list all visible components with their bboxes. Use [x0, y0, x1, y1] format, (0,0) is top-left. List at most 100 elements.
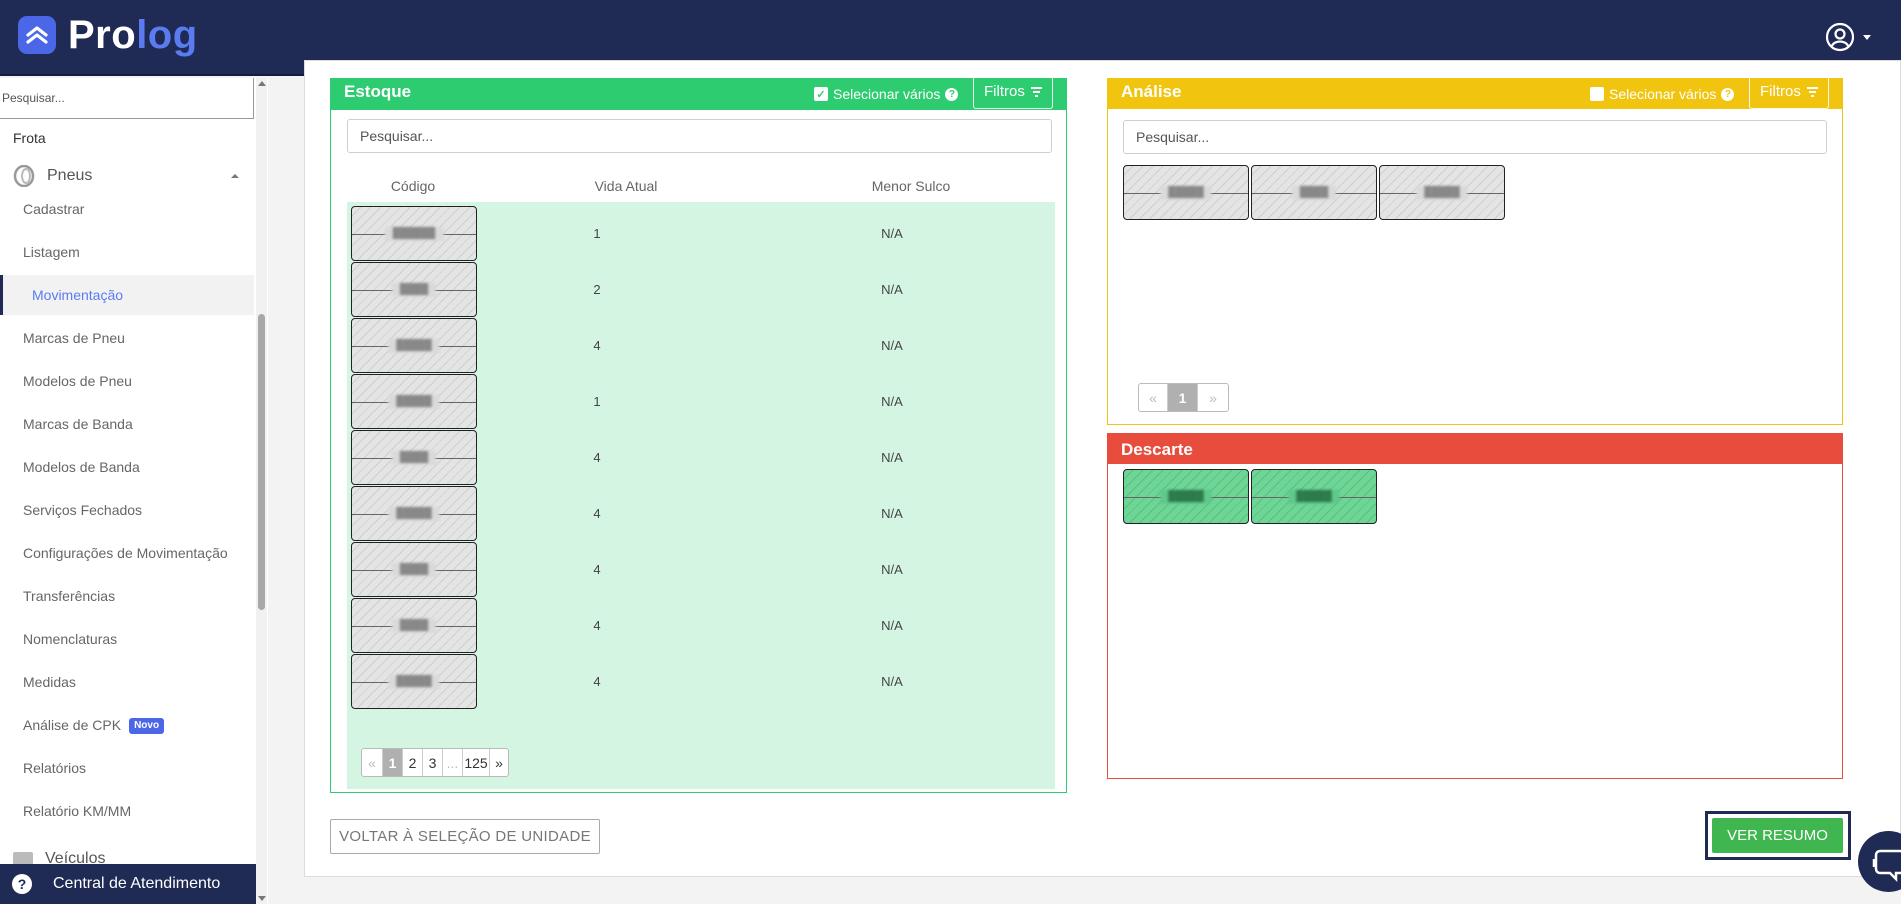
- table-row[interactable]: █████ 4 N/A: [347, 318, 1055, 374]
- estoque-panel: Estoque ✓ Selecionar vários ? Filtros Có…: [330, 74, 1067, 793]
- tire-card[interactable]: █████: [351, 374, 477, 429]
- page-2[interactable]: 2: [403, 749, 423, 776]
- sidebar-item-movimentacao[interactable]: Movimentação: [0, 275, 254, 315]
- sidebar-group-label: Pneus: [47, 167, 93, 184]
- sidebar-item-relatorios[interactable]: Relatórios: [0, 748, 254, 788]
- tire-code: ████: [391, 282, 437, 297]
- tire-code: ████: [1291, 185, 1337, 200]
- vida-value: 4: [593, 506, 601, 521]
- vida-value: 1: [593, 226, 601, 241]
- logo-text-log: log: [136, 13, 198, 57]
- tire-card[interactable]: ████: [351, 542, 477, 597]
- page-prev[interactable]: «: [362, 749, 383, 776]
- tire-card[interactable]: █████: [351, 318, 477, 373]
- question-icon[interactable]: ?: [1721, 87, 1735, 101]
- tire-card[interactable]: █████: [351, 486, 477, 541]
- sidebar-group-pneus[interactable]: Pneus: [13, 164, 243, 188]
- sulco-value: N/A: [881, 450, 903, 465]
- tire-code: █████: [1288, 489, 1340, 504]
- vida-value: 4: [593, 450, 601, 465]
- table-row[interactable]: ████ 4 N/A: [347, 542, 1055, 598]
- tire-code: █████: [388, 506, 440, 521]
- analise-panel: Análise Selecionar vários ? Filtros ████…: [1107, 74, 1843, 425]
- sidebar-item-listagem[interactable]: Listagem: [0, 232, 254, 272]
- scrollbar-thumb[interactable]: [258, 314, 265, 610]
- scroll-down-icon[interactable]: [258, 896, 266, 901]
- tire-card[interactable]: █████: [1251, 469, 1377, 524]
- sidebar-search-input[interactable]: [0, 78, 254, 119]
- page-1[interactable]: 1: [1168, 384, 1198, 411]
- table-row[interactable]: █████ 1 N/A: [347, 374, 1055, 430]
- tire-code: █████: [388, 674, 440, 689]
- estoque-filters-button[interactable]: Filtros: [973, 74, 1053, 109]
- table-row[interactable]: █████ 4 N/A: [347, 486, 1055, 542]
- page-ellipsis: ...: [443, 749, 463, 776]
- sidebar-item-marcas-banda[interactable]: Marcas de Banda: [0, 404, 254, 444]
- page-1[interactable]: 1: [383, 749, 403, 776]
- tire-code: ████: [391, 562, 437, 577]
- sidebar-item-nomenclaturas[interactable]: Nomenclaturas: [0, 619, 254, 659]
- sidebar-scrollbar[interactable]: [256, 78, 267, 904]
- table-row[interactable]: ████ 2 N/A: [347, 262, 1055, 318]
- sidebar-item-transferencias[interactable]: Transferências: [0, 576, 254, 616]
- sidebar-item-servicos-fechados[interactable]: Serviços Fechados: [0, 490, 254, 530]
- sidebar-item-medidas[interactable]: Medidas: [0, 662, 254, 702]
- sidebar-item-marcas-pneu[interactable]: Marcas de Pneu: [0, 318, 254, 358]
- page-prev[interactable]: «: [1139, 384, 1168, 411]
- tire-card[interactable]: ████: [351, 598, 477, 653]
- help-center-button[interactable]: ? Central de Atendimento: [0, 864, 256, 904]
- sulco-value: N/A: [881, 338, 903, 353]
- tire-icon: [13, 165, 35, 187]
- page-next[interactable]: »: [1198, 384, 1228, 411]
- descarte-panel: Descarte █████ █████: [1107, 433, 1843, 779]
- table-row[interactable]: █████ 4 N/A: [347, 654, 1055, 710]
- sidebar-item-analise-cpk[interactable]: Análise de CPK Novo: [0, 705, 254, 745]
- analise-search-input[interactable]: [1123, 120, 1827, 154]
- help-center-label: Central de Atendimento: [53, 875, 221, 892]
- logo-text-pro: Pro: [68, 13, 137, 57]
- estoque-search-input[interactable]: [347, 119, 1052, 153]
- sidebar-item-relatorio-km-mm[interactable]: Relatório KM/MM: [0, 791, 254, 831]
- estoque-select-many[interactable]: ✓ Selecionar vários ?: [814, 86, 959, 102]
- check-icon[interactable]: ✓: [814, 87, 828, 101]
- analise-title: Análise: [1121, 82, 1182, 101]
- scroll-up-icon[interactable]: [258, 81, 266, 86]
- descarte-title: Descarte: [1121, 440, 1193, 459]
- table-row[interactable]: ████ 4 N/A: [347, 598, 1055, 654]
- tire-card[interactable]: █████: [1123, 469, 1249, 524]
- sidebar-item-configuracoes[interactable]: Configurações de Movimentação: [0, 533, 254, 573]
- view-summary-button[interactable]: VER RESUMO: [1712, 818, 1843, 853]
- sidebar-item-cadastrar[interactable]: Cadastrar: [0, 189, 254, 229]
- sulco-value: N/A: [881, 394, 903, 409]
- column-header-codigo: Código: [390, 178, 436, 194]
- table-row[interactable]: ████ 4 N/A: [347, 430, 1055, 486]
- tire-card[interactable]: █████: [1123, 165, 1249, 220]
- page-3[interactable]: 3: [423, 749, 443, 776]
- user-menu[interactable]: [1825, 22, 1871, 52]
- vida-value: 1: [593, 394, 601, 409]
- tire-card[interactable]: █████: [351, 654, 477, 709]
- checkbox-empty-icon[interactable]: [1590, 87, 1604, 101]
- analise-select-many[interactable]: Selecionar vários ?: [1590, 86, 1735, 102]
- tire-code: █████: [1160, 185, 1212, 200]
- back-to-unit-selection-button[interactable]: VOLTAR À SELEÇÃO DE UNIDADE: [330, 819, 600, 854]
- chat-icon[interactable]: [1858, 831, 1901, 892]
- page-125[interactable]: 125: [463, 749, 490, 776]
- vida-value: 4: [593, 618, 601, 633]
- page-next[interactable]: »: [490, 749, 508, 776]
- tire-card[interactable]: ████: [351, 262, 477, 317]
- question-icon[interactable]: ?: [945, 87, 959, 101]
- sidebar-item-modelos-banda[interactable]: Modelos de Banda: [0, 447, 254, 487]
- tire-card[interactable]: ██████: [351, 206, 477, 261]
- summary-button-focus-ring: VER RESUMO: [1705, 811, 1851, 860]
- tire-card[interactable]: ████: [1251, 165, 1377, 220]
- tire-card[interactable]: ████: [351, 430, 477, 485]
- tire-code: ██████: [384, 226, 444, 241]
- table-row[interactable]: ██████ 1 N/A: [347, 206, 1055, 262]
- analise-filters-button[interactable]: Filtros: [1749, 74, 1829, 109]
- prolog-logo[interactable]: Prolog: [18, 15, 198, 55]
- sulco-value: N/A: [881, 674, 903, 689]
- tire-code: █████: [388, 338, 440, 353]
- sidebar-item-modelos-pneu[interactable]: Modelos de Pneu: [0, 361, 254, 401]
- tire-card[interactable]: █████: [1379, 165, 1505, 220]
